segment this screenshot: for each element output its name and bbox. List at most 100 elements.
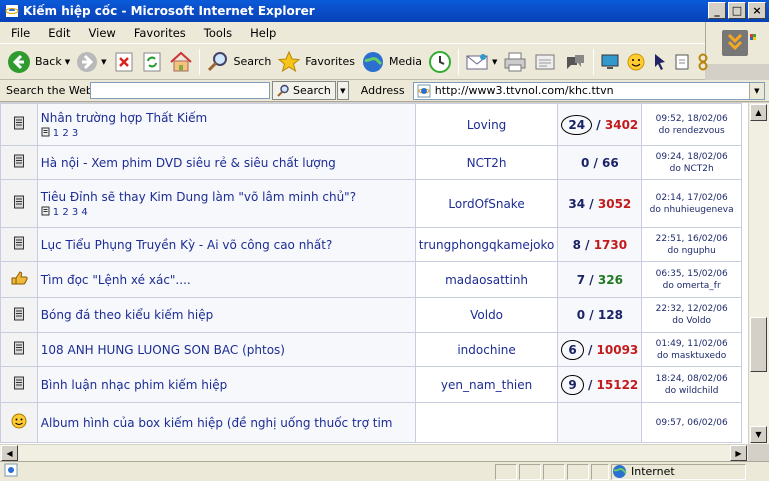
topic-author-link[interactable]: Voldo [470, 308, 503, 322]
discuss-button[interactable] [560, 47, 590, 77]
reply-count: 24 [561, 114, 593, 135]
topic-last-post-cell: 02:14, 17/02/06 do nhuhieugeneva [641, 179, 742, 228]
address-dropdown[interactable]: ▼ [748, 82, 764, 99]
multipage-icon [41, 206, 50, 215]
menu-view[interactable]: View [80, 26, 125, 40]
favorites-button[interactable]: Favorites [274, 47, 358, 77]
refresh-button[interactable] [138, 47, 166, 77]
topic-count-cell: 8 / 1730 [557, 227, 643, 262]
topic-title-link[interactable]: Tìm đọc "Lệnh xé xác".... [41, 273, 412, 287]
back-dropdown-icon[interactable]: ▼ [65, 58, 70, 66]
topic-row: 108 ANH HUNG LUONG SON BAC (phtos) indoch… [0, 332, 742, 367]
print-button[interactable] [500, 47, 530, 77]
topic-count-cell: 9 / 15122 [557, 366, 643, 403]
cursor-button[interactable] [649, 47, 671, 77]
scroll-right-button[interactable]: ▶ [730, 445, 747, 461]
topic-author-link[interactable]: LordOfSnake [448, 197, 524, 211]
mail-button[interactable]: ▼ [462, 47, 500, 77]
history-button[interactable] [425, 47, 455, 77]
scroll-up-button[interactable]: ▲ [750, 104, 767, 121]
topic-title-link[interactable]: Bình luận nhạc phim kiếm hiệp [41, 378, 412, 392]
last-post-author[interactable]: do Voldo [645, 315, 738, 327]
topic-status-cell [0, 103, 38, 146]
forward-button[interactable]: ▼ [73, 47, 109, 77]
close-button[interactable]: × [748, 2, 766, 19]
view-count: 10093 [596, 342, 639, 357]
title-bar: Kiếm hiệp cốc - Microsoft Internet Explo… [0, 0, 769, 22]
topic-title-link[interactable]: Bóng đá theo kiểu kiếm hiệp [41, 308, 412, 322]
topic-title-link[interactable]: Tiêu Đỉnh sẽ thay Kim Dung làm "võ lâm m… [41, 190, 412, 204]
last-post-time: 09:24, 18/02/06 [655, 151, 728, 162]
topic-title-link[interactable]: Album hình của box kiếm hiệp (đề nghị uố… [41, 416, 412, 430]
search-button[interactable]: Search [203, 47, 275, 77]
last-post-time: 22:51, 16/02/06 [655, 233, 728, 244]
last-post-author[interactable]: do omerta_fr [645, 280, 738, 292]
maximize-button[interactable]: □ [728, 2, 746, 19]
last-post-author[interactable]: do rendezvous [645, 125, 738, 137]
topic-title-link[interactable]: Nhân trường hợp Thất Kiếm [41, 111, 412, 125]
home-button[interactable] [166, 47, 196, 77]
last-post-author[interactable]: do masktuxedo [645, 350, 738, 362]
scroll-left-button[interactable]: ◀ [1, 445, 18, 461]
topic-status-cell [0, 297, 38, 333]
topic-author-link[interactable]: madaosattinh [445, 273, 528, 287]
chain-icon [698, 53, 708, 70]
menu-tools[interactable]: Tools [195, 26, 241, 40]
vertical-scroll-thumb[interactable] [750, 317, 767, 372]
search-web-input[interactable] [90, 82, 270, 99]
address-input[interactable]: http://www3.ttvnol.com/khc.ttvn ▼ [412, 81, 765, 100]
edit-small-button[interactable] [671, 47, 693, 77]
topic-title-cell: Tìm đọc "Lệnh xé xác".... [36, 261, 416, 298]
page-content: Nhân trường hợp Thất Kiếm 1 2 3 Loving 24 /… [0, 103, 748, 444]
topic-row: Nhân trường hợp Thất Kiếm 1 2 3 Loving 24 /… [0, 103, 742, 146]
menu-help[interactable]: Help [241, 26, 285, 40]
view-count: 3402 [604, 117, 639, 132]
mail-dropdown-icon[interactable]: ▼ [492, 58, 497, 66]
last-post-author[interactable]: do wildchild [645, 385, 738, 397]
last-post-author[interactable]: do nhuhieugeneva [645, 204, 738, 216]
menu-favorites[interactable]: Favorites [125, 26, 195, 40]
topic-page-links[interactable]: 1 2 3 [53, 128, 78, 139]
horizontal-scrollbar[interactable]: ◀ ▶ [0, 444, 748, 461]
topic-title-link[interactable]: Lục Tiểu Phụng Truyền Kỳ - Ai võ công ca… [41, 238, 412, 252]
topic-status-cell [0, 179, 38, 228]
minimize-button[interactable]: _ [708, 2, 726, 19]
internet-globe-icon [613, 465, 627, 478]
last-post-time: 09:52, 18/02/06 [655, 113, 728, 124]
back-button[interactable]: Back ▼ [4, 47, 73, 77]
menu-edit[interactable]: Edit [39, 26, 79, 40]
topic-title-cell: Bình luận nhạc phim kiếm hiệp [36, 366, 416, 403]
smiley-face-icon [627, 53, 645, 70]
last-post-author[interactable]: do NCT2h [645, 163, 738, 175]
multipage-icon [41, 127, 50, 136]
search-web-button[interactable]: Search [272, 81, 336, 100]
reply-count: 0 [576, 308, 586, 322]
last-post-author[interactable]: do nguphu [645, 245, 738, 257]
topic-author-link[interactable]: yen_nam_thien [441, 378, 532, 392]
topic-title-link[interactable]: 108 ANH HUNG LUONG SON BAC (phtos) [41, 343, 412, 357]
last-post-time: 18:24, 08/02/06 [655, 373, 728, 384]
menu-file[interactable]: File [2, 26, 39, 40]
search-options-dropdown[interactable]: ▼ [336, 81, 349, 100]
extension-button[interactable] [693, 47, 713, 77]
forward-dropdown-icon[interactable]: ▼ [101, 58, 106, 66]
topic-author-cell: Voldo [414, 297, 559, 333]
topic-author-cell [414, 402, 559, 443]
edit-button[interactable] [530, 47, 560, 77]
topic-title-link[interactable]: Hà nội - Xem phim DVD siêu rẻ & siêu chấ… [41, 156, 412, 170]
topic-author-link[interactable]: NCT2h [467, 156, 507, 170]
messenger-button[interactable] [597, 47, 623, 77]
topic-page-links[interactable]: 1 2 3 4 [53, 207, 88, 218]
topic-last-post-cell: 06:35, 15/02/06 do omerta_fr [641, 261, 742, 298]
scroll-down-button[interactable]: ▼ [750, 426, 767, 443]
reply-view-count: 8 / 1730 [573, 238, 628, 252]
vertical-scrollbar[interactable]: ▲ ▼ [748, 103, 769, 444]
topic-last-post-cell: 01:49, 11/02/06 do masktuxedo [641, 332, 742, 367]
smiley-button[interactable] [623, 47, 649, 77]
media-button[interactable]: Media [358, 47, 425, 77]
stop-button[interactable] [110, 47, 138, 77]
topic-author-link[interactable]: Loving [467, 118, 506, 132]
topic-author-link[interactable]: indochine [457, 343, 515, 357]
topic-author-link[interactable]: trungphongqkamejoko [419, 238, 555, 252]
status-segment [543, 464, 565, 480]
